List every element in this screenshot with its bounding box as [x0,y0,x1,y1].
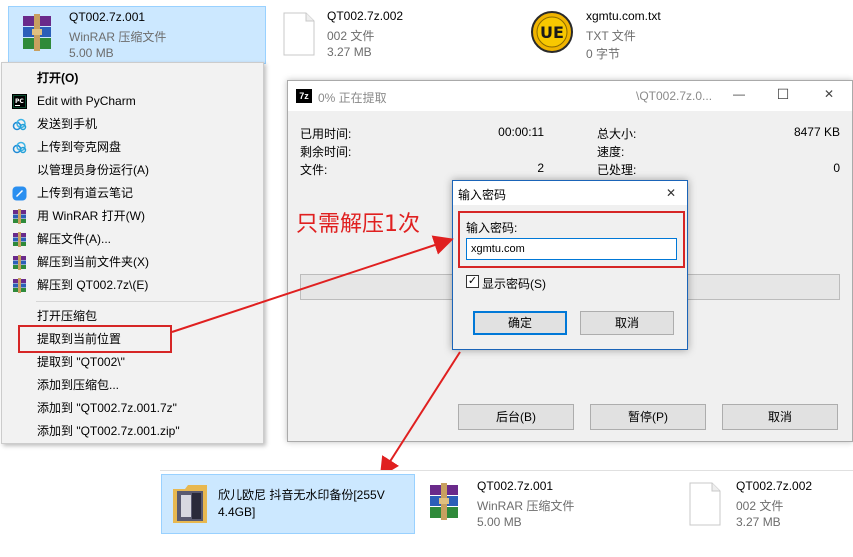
folder-tile-selected[interactable]: 欣儿欧尼 抖音无水印备份[255V 4.4GB] [161,474,415,534]
file-type: 002 文件 [736,499,784,513]
winrar-icon [426,482,462,522]
folder-icon [172,481,208,525]
arrow-to-result [379,351,461,478]
blank-file-icon [688,482,722,526]
file-name: QT002.7z.002 [736,479,813,493]
arrow-to-password [171,235,454,333]
file-tile[interactable]: QT002.7z.001 WinRAR 压缩文件 5.00 MB [420,474,660,532]
file-type: WinRAR 压缩文件 [477,499,575,513]
file-tile[interactable]: QT002.7z.002 002 文件 3.27 MB [684,474,849,532]
file-name: QT002.7z.001 [477,479,554,493]
file-size: 3.27 MB [736,515,781,529]
file-size: 5.00 MB [477,515,522,529]
folder-name: 欣儿欧尼 抖音无水印备份[255V 4.4GB] [218,488,385,519]
